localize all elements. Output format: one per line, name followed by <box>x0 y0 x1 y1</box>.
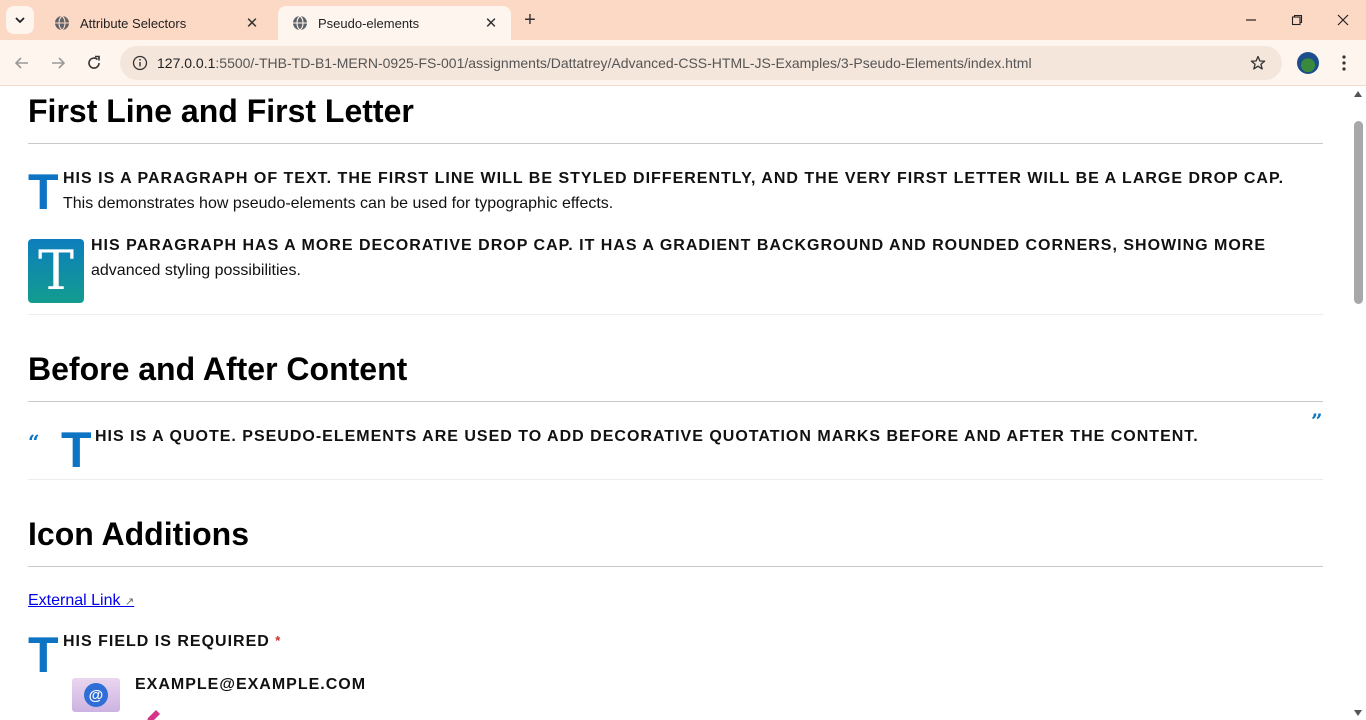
url-path: :5500/-THB-TD-B1-MERN-0925-FS-001/assign… <box>215 55 1032 71</box>
globe-icon <box>54 15 70 31</box>
drop-cap-letter: T <box>28 627 59 683</box>
close-icon: ✕ <box>245 15 259 32</box>
chevron-down-icon <box>15 17 25 24</box>
external-link-label: External Link <box>28 592 121 609</box>
profile-avatar[interactable] <box>1297 52 1319 74</box>
page-viewport: First Line and First Letter T HIS IS A P… <box>0 87 1351 720</box>
scroll-thumb[interactable] <box>1354 121 1363 304</box>
paragraph-first-line: HIS PARAGRAPH HAS A MORE DECORATIVE DROP… <box>91 237 1267 254</box>
reload-icon <box>88 55 100 69</box>
scroll-down-arrow[interactable] <box>1354 710 1362 716</box>
plus-icon: + <box>524 8 536 31</box>
drop-cap-letter: T <box>61 422 92 478</box>
external-link-icon: ↗ <box>124 596 135 608</box>
star-icon <box>1250 55 1266 70</box>
restore-icon <box>1291 14 1303 26</box>
drop-cap-letter: T <box>37 239 75 302</box>
section-separator <box>28 479 1323 480</box>
restore-button[interactable] <box>1274 0 1320 40</box>
close-icon <box>1337 14 1349 26</box>
section-title-first-line: First Line and First Letter <box>28 93 414 129</box>
tab-search-button[interactable] <box>6 6 34 34</box>
tab-pseudo-elements[interactable]: Pseudo-elements ✕ <box>278 6 511 40</box>
arrow-right-icon <box>52 57 66 69</box>
section-divider <box>28 143 1323 144</box>
reload-button[interactable] <box>80 49 108 77</box>
email-text: EXAMPLE@EXAMPLE.COM <box>135 676 367 693</box>
close-quote-mark: ” <box>1311 409 1323 433</box>
browser-menu-button[interactable] <box>1332 50 1356 76</box>
tab-title: Pseudo-elements <box>318 15 420 31</box>
url-text[interactable]: 127.0.0.1:5500/-THB-TD-B1-MERN-0925-FS-0… <box>157 55 1032 71</box>
close-icon: ✕ <box>484 15 498 32</box>
minimize-icon <box>1246 19 1256 21</box>
paragraph-first-line: HIS IS A PARAGRAPH OF TEXT. THE FIRST LI… <box>63 170 1285 187</box>
drop-cap-letter: T <box>28 164 59 220</box>
tab-attribute-selectors[interactable]: Attribute Selectors ✕ <box>40 6 272 40</box>
close-tab-button[interactable]: ✕ <box>481 13 501 33</box>
decorative-drop-cap: T <box>28 239 84 303</box>
page-scrollbar[interactable] <box>1351 87 1366 720</box>
external-link[interactable]: External Link ↗ <box>28 592 134 610</box>
new-tab-button[interactable]: + <box>518 8 542 32</box>
paragraph-rest: advanced styling possibilities. <box>91 262 301 279</box>
pencil-icon <box>147 710 160 720</box>
open-quote-mark: “ <box>28 430 40 454</box>
required-field-text: HIS FIELD IS REQUIRED * <box>63 633 281 651</box>
section-separator <box>28 314 1323 315</box>
at-symbol: @ <box>84 683 108 707</box>
required-label: HIS FIELD IS REQUIRED <box>63 633 270 650</box>
section-divider <box>28 401 1323 402</box>
paragraph-rest: This demonstrates how pseudo-elements ca… <box>63 195 614 212</box>
tab-title: Attribute Selectors <box>80 15 187 31</box>
scroll-up-arrow[interactable] <box>1354 91 1362 97</box>
back-button[interactable] <box>8 49 36 77</box>
required-marker: * <box>275 633 282 648</box>
close-tab-button[interactable]: ✕ <box>242 13 262 33</box>
section-title-before-after: Before and After Content <box>28 351 408 387</box>
arrow-left-icon <box>14 57 28 69</box>
site-info-button[interactable] <box>130 53 150 73</box>
forward-button[interactable] <box>44 49 72 77</box>
minimize-button[interactable] <box>1228 0 1274 40</box>
address-bar[interactable]: 127.0.0.1:5500/-THB-TD-B1-MERN-0925-FS-0… <box>120 46 1282 80</box>
quote-text: HIS IS A QUOTE. PSEUDO-ELEMENTS ARE USED… <box>95 428 1199 445</box>
bookmark-button[interactable] <box>1248 53 1268 73</box>
url-host: 127.0.0.1 <box>157 55 216 71</box>
browser-toolbar: 127.0.0.1:5500/-THB-TD-B1-MERN-0925-FS-0… <box>0 40 1366 86</box>
more-vertical-icon <box>1342 55 1346 71</box>
info-icon <box>132 55 148 71</box>
section-title-icon-additions: Icon Additions <box>28 516 250 552</box>
close-window-button[interactable] <box>1320 0 1366 40</box>
email-icon: @ <box>72 678 120 712</box>
tab-strip: Attribute Selectors ✕ Pseudo-elements ✕ … <box>0 0 1366 40</box>
globe-icon <box>292 15 308 31</box>
section-divider <box>28 566 1323 567</box>
